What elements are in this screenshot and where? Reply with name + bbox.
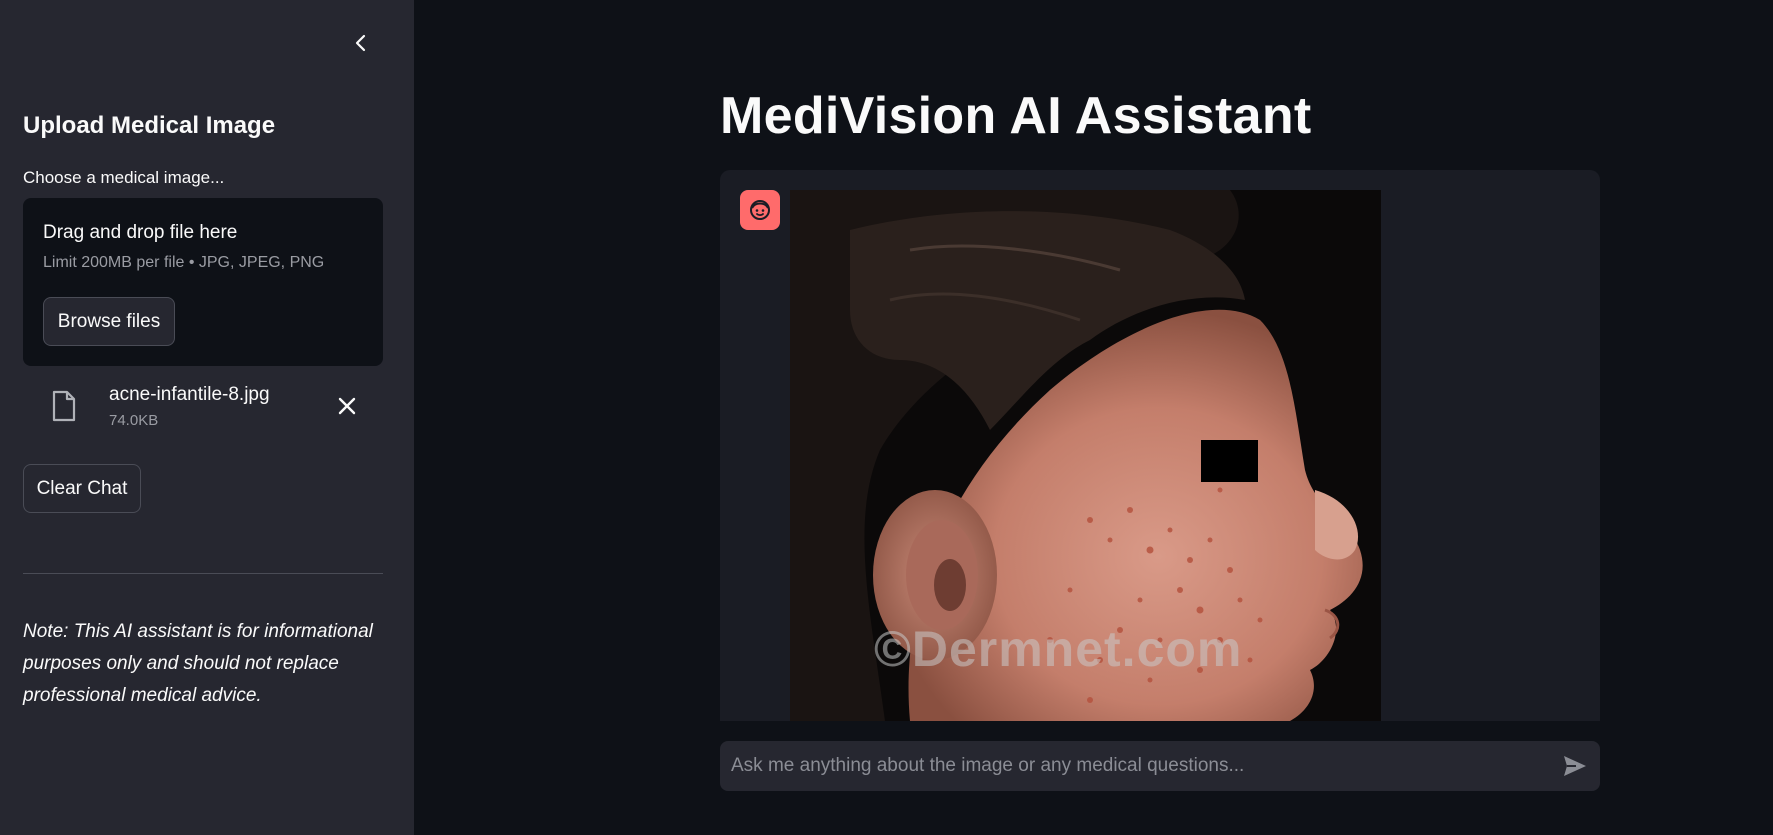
- disclaimer-note: Note: This AI assistant is for informati…: [23, 621, 373, 706]
- uploaded-medical-image: ©Dermnet.com: [790, 190, 1381, 721]
- file-icon: [52, 390, 76, 422]
- app-window: Upload Medical Image Choose a medical im…: [0, 0, 1773, 835]
- image-watermark: ©Dermnet.com: [874, 621, 1243, 677]
- file-size: 74.0KB: [109, 412, 159, 429]
- dropzone-limit-text: Limit 200MB per file • JPG, JPEG, PNG: [43, 254, 325, 271]
- sidebar-divider: [23, 573, 383, 574]
- chat-input[interactable]: [720, 741, 1540, 791]
- face-icon: [750, 200, 770, 220]
- send-icon[interactable]: [1562, 754, 1588, 778]
- sidebar-title: Upload Medical Image: [23, 112, 276, 139]
- clear-chat-button[interactable]: Clear Chat: [23, 464, 141, 513]
- sidebar: Upload Medical Image Choose a medical im…: [0, 0, 414, 835]
- collapse-sidebar-button[interactable]: [346, 28, 376, 58]
- page-title: MediVision AI Assistant: [720, 87, 1312, 145]
- chevron-left-icon: [355, 34, 366, 52]
- uploader-label: Choose a medical image...: [23, 168, 225, 187]
- chat-message: ©Dermnet.com: [720, 170, 1600, 721]
- browse-files-button[interactable]: Browse files: [43, 297, 175, 346]
- chat-input-container: [720, 741, 1600, 791]
- file-name: acne-infantile-8.jpg: [109, 384, 270, 405]
- uploaded-file-item: acne-infantile-8.jpg 74.0KB: [23, 378, 383, 436]
- dropzone-title: Drag and drop file here: [43, 222, 238, 243]
- close-icon[interactable]: [335, 394, 359, 418]
- file-dropzone[interactable]: Drag and drop file here Limit 200MB per …: [23, 198, 383, 366]
- user-avatar: [740, 190, 780, 230]
